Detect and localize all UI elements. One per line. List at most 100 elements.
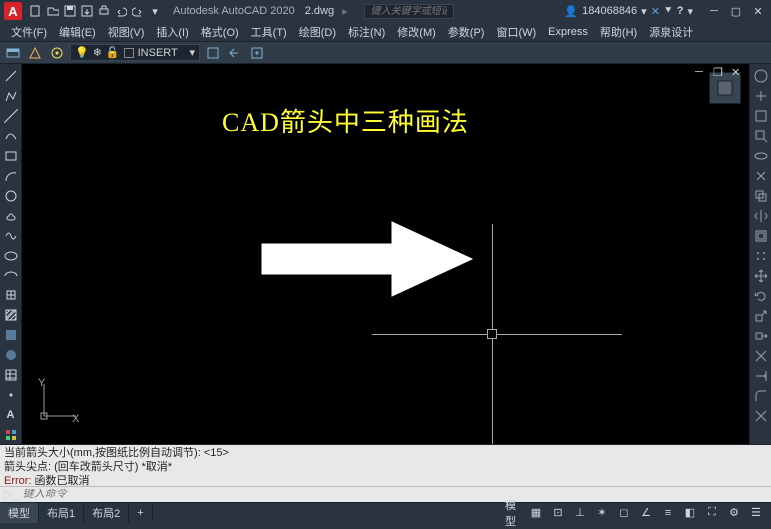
circle-icon[interactable] bbox=[2, 187, 20, 205]
menu-parametric[interactable]: 参数(P) bbox=[443, 23, 490, 41]
mtext-icon[interactable]: A bbox=[2, 406, 20, 424]
polar-icon[interactable]: ✶ bbox=[593, 504, 611, 522]
layer-selector[interactable]: 💡 ❄ 🔓 INSERT ▾ bbox=[70, 44, 200, 61]
orbit-icon[interactable] bbox=[752, 147, 770, 165]
fillet-icon[interactable] bbox=[752, 387, 770, 405]
ortho-icon[interactable]: ⊥ bbox=[571, 504, 589, 522]
help-icon[interactable]: ? bbox=[677, 5, 684, 17]
menu-dimension[interactable]: 标注(N) bbox=[343, 23, 390, 41]
rectangle-icon[interactable] bbox=[2, 147, 20, 165]
layer-prev-icon[interactable] bbox=[226, 44, 244, 62]
menu-modify[interactable]: 修改(M) bbox=[392, 23, 441, 41]
point-icon[interactable] bbox=[2, 386, 20, 404]
doc-minimize-icon[interactable]: ─ bbox=[695, 66, 711, 80]
menu-express[interactable]: Express bbox=[543, 25, 593, 39]
open-icon[interactable] bbox=[45, 3, 61, 19]
layer-state-icon[interactable] bbox=[26, 44, 44, 62]
menu-draw[interactable]: 绘图(D) bbox=[294, 23, 341, 41]
layer-prop-icon[interactable] bbox=[4, 44, 22, 62]
model-space-icon[interactable]: 模型 bbox=[505, 504, 523, 522]
menu-edit[interactable]: 编辑(E) bbox=[54, 23, 101, 41]
menu-view[interactable]: 视图(V) bbox=[103, 23, 150, 41]
menu-tools[interactable]: 工具(T) bbox=[246, 23, 292, 41]
region-icon[interactable] bbox=[2, 346, 20, 364]
menu-insert[interactable]: 插入(I) bbox=[151, 23, 193, 41]
transparency-icon[interactable]: ◧ bbox=[681, 504, 699, 522]
help-chevron-icon[interactable]: ⯆ bbox=[664, 5, 673, 18]
xline-icon[interactable] bbox=[2, 107, 20, 125]
table-icon[interactable] bbox=[2, 366, 20, 384]
saveas-icon[interactable] bbox=[79, 3, 95, 19]
user-name[interactable]: 184068846 bbox=[582, 5, 637, 17]
ellipse-icon[interactable] bbox=[2, 247, 20, 265]
full-nav-wheel-icon[interactable] bbox=[752, 67, 770, 85]
menu-help[interactable]: 帮助(H) bbox=[595, 23, 642, 41]
move-icon[interactable] bbox=[752, 267, 770, 285]
palette-icon[interactable] bbox=[2, 426, 20, 444]
app-logo[interactable]: A bbox=[4, 2, 22, 20]
grid-icon[interactable]: ▦ bbox=[527, 504, 545, 522]
maximize-icon[interactable]: ▢ bbox=[727, 4, 745, 18]
hatch-icon[interactable] bbox=[2, 306, 20, 324]
redo-icon[interactable] bbox=[130, 3, 146, 19]
arc-icon[interactable] bbox=[2, 167, 20, 185]
mirror-icon[interactable] bbox=[752, 207, 770, 225]
trim-icon[interactable] bbox=[752, 347, 770, 365]
menu-yuanquan[interactable]: 源泉设计 bbox=[644, 23, 698, 41]
search-input[interactable] bbox=[364, 4, 454, 19]
close-icon[interactable]: ✕ bbox=[749, 4, 767, 18]
extend-icon[interactable] bbox=[752, 367, 770, 385]
annotation-icon[interactable]: ⛶ bbox=[703, 504, 721, 522]
chevron-down-icon[interactable]: ▾ bbox=[641, 5, 647, 18]
scale-icon[interactable] bbox=[752, 307, 770, 325]
undo-icon[interactable] bbox=[113, 3, 129, 19]
print-icon[interactable] bbox=[96, 3, 112, 19]
line-icon[interactable] bbox=[2, 67, 20, 85]
workspace-icon[interactable]: ⚙ bbox=[725, 504, 743, 522]
doc-close-icon[interactable]: ✕ bbox=[731, 66, 747, 80]
zoom-window-icon[interactable] bbox=[752, 127, 770, 145]
tab-add[interactable]: + bbox=[129, 505, 152, 521]
layer-match-icon[interactable] bbox=[204, 44, 222, 62]
explode-icon[interactable] bbox=[752, 407, 770, 425]
doc-restore-icon[interactable]: ❐ bbox=[713, 66, 729, 80]
ellipsearc-icon[interactable] bbox=[2, 267, 20, 285]
tab-layout1[interactable]: 布局1 bbox=[39, 503, 84, 523]
otrack-icon[interactable]: ∠ bbox=[637, 504, 655, 522]
snap-icon[interactable]: ⊡ bbox=[549, 504, 567, 522]
chevron-down-icon[interactable]: ▾ bbox=[147, 3, 163, 19]
spline-icon[interactable] bbox=[2, 127, 20, 145]
lineweight-icon[interactable]: ≡ bbox=[659, 504, 677, 522]
exchange-icon[interactable]: ✕ bbox=[651, 5, 660, 18]
offset-icon[interactable] bbox=[752, 227, 770, 245]
block-icon[interactable] bbox=[2, 286, 20, 304]
polyline-icon[interactable] bbox=[2, 87, 20, 105]
command-history[interactable]: 当前箭头大小(mm,按图纸比例自动调节): <15> 箭头尖点: (回车改箭头尺… bbox=[0, 444, 771, 486]
spline2-icon[interactable] bbox=[2, 227, 20, 245]
stretch-icon[interactable] bbox=[752, 327, 770, 345]
copy-icon[interactable] bbox=[752, 187, 770, 205]
save-icon[interactable] bbox=[62, 3, 78, 19]
layer-isolate-icon[interactable] bbox=[48, 44, 66, 62]
gradient-icon[interactable] bbox=[2, 326, 20, 344]
pan-icon[interactable] bbox=[752, 87, 770, 105]
new-icon[interactable] bbox=[28, 3, 44, 19]
customize-icon[interactable]: ☰ bbox=[747, 504, 765, 522]
menu-format[interactable]: 格式(O) bbox=[196, 23, 244, 41]
tab-layout2[interactable]: 布局2 bbox=[84, 503, 129, 523]
chevron-down-icon[interactable]: ▾ bbox=[687, 5, 693, 18]
menu-window[interactable]: 窗口(W) bbox=[491, 23, 541, 41]
rotate-icon[interactable] bbox=[752, 287, 770, 305]
revcloud-icon[interactable] bbox=[2, 207, 20, 225]
erase-icon[interactable] bbox=[752, 167, 770, 185]
drawing-canvas[interactable]: ─ ❐ ✕ CAD箭头中三种画法 Y bbox=[22, 64, 749, 444]
minimize-icon[interactable]: ─ bbox=[705, 4, 723, 18]
user-icon[interactable]: 👤 bbox=[564, 5, 578, 18]
menu-file[interactable]: 文件(F) bbox=[6, 23, 52, 41]
osnap-icon[interactable]: ◻ bbox=[615, 504, 633, 522]
chevron-down-icon[interactable]: ▾ bbox=[189, 46, 195, 59]
array-icon[interactable] bbox=[752, 247, 770, 265]
zoom-extents-icon[interactable] bbox=[752, 107, 770, 125]
tab-model[interactable]: 模型 bbox=[0, 503, 39, 523]
command-input[interactable] bbox=[23, 489, 767, 501]
